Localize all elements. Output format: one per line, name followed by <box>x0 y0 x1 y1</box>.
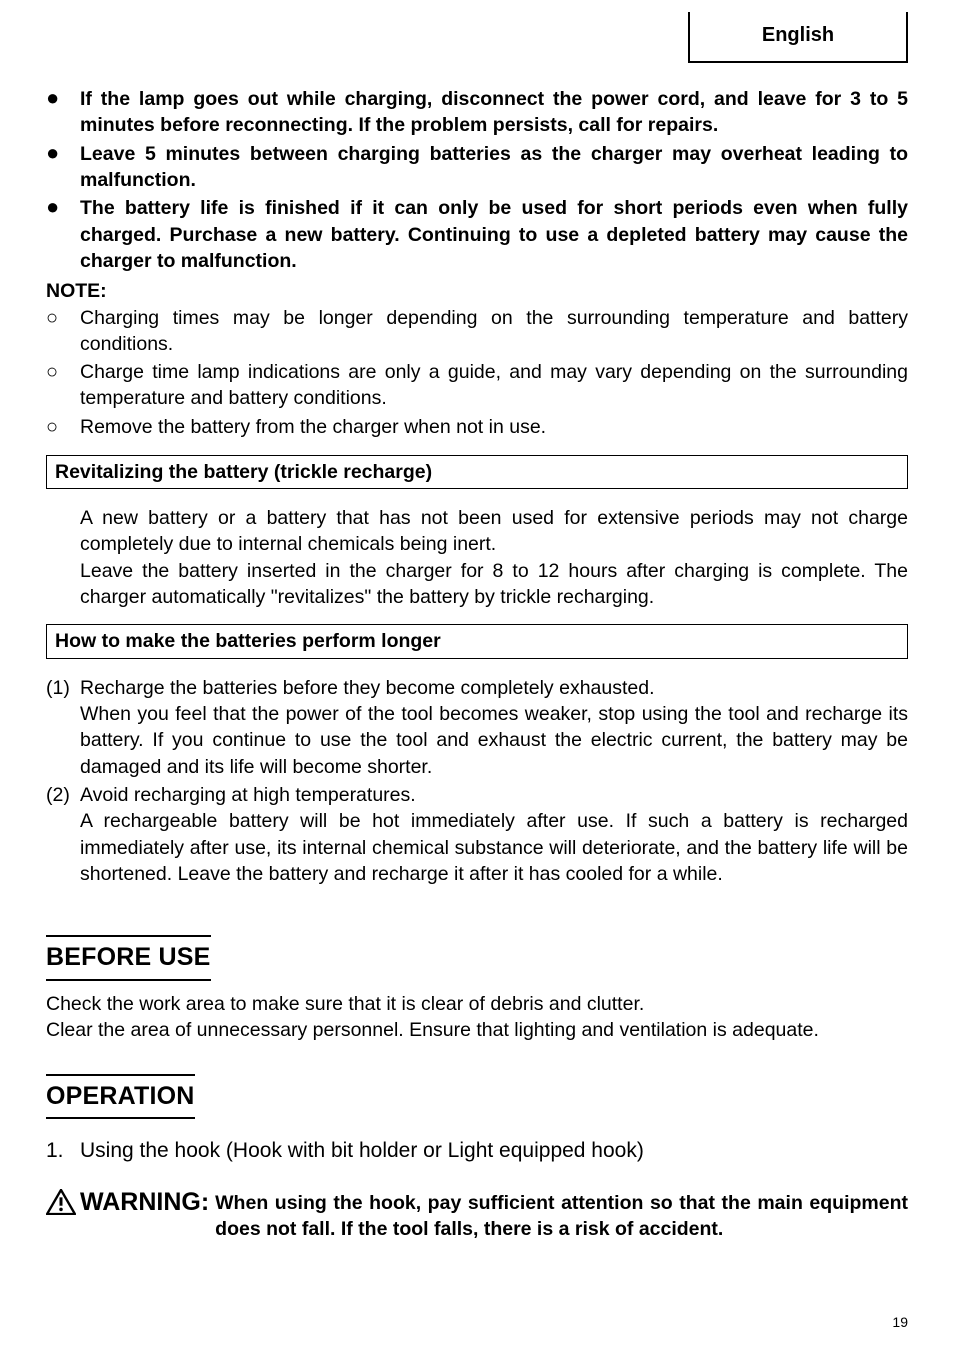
bullet-text: Leave 5 minutes between charging batteri… <box>80 141 908 194</box>
note-label: NOTE: <box>46 278 908 304</box>
section-title-before-use: BEFORE USE <box>46 935 211 981</box>
bold-bullet-list: ● If the lamp goes out while charging, d… <box>46 86 908 274</box>
list-item: ○ Remove the battery from the charger wh… <box>46 414 908 441</box>
warning-block: WARNING: When using the hook, pay suffic… <box>46 1186 908 1243</box>
language-label: English <box>762 24 834 46</box>
box-heading-perform-longer: How to make the batteries perform longer <box>46 624 908 658</box>
note-text: Charge time lamp indications are only a … <box>80 359 908 412</box>
circle-icon: ○ <box>46 414 80 441</box>
bullet-icon: ● <box>46 195 80 274</box>
item-text: When you feel that the power of the tool… <box>80 703 908 778</box>
note-list: ○ Charging times may be longer depending… <box>46 305 908 441</box>
language-tab: English <box>688 12 908 63</box>
circle-icon: ○ <box>46 359 80 412</box>
item-head: Recharge the batteries before they becom… <box>80 677 655 699</box>
bullet-text: If the lamp goes out while charging, dis… <box>80 86 908 139</box>
step-number: 1. <box>46 1137 80 1165</box>
list-item: ● The battery life is finished if it can… <box>46 195 908 274</box>
page-number: 19 <box>892 1313 908 1332</box>
item-text: A rechargeable battery will be hot immed… <box>80 810 908 885</box>
box-heading-revitalizing: Revitalizing the battery (trickle rechar… <box>46 455 908 489</box>
section-title-operation: OPERATION <box>46 1074 195 1120</box>
warning-text: When using the hook, pay sufficient atte… <box>215 1186 908 1243</box>
list-item: ● Leave 5 minutes between charging batte… <box>46 141 908 194</box>
paragraph: A new battery or a battery that has not … <box>80 505 908 558</box>
warning-icon <box>46 1189 76 1215</box>
paragraph: Check the work area to make sure that it… <box>46 991 908 1017</box>
note-text: Charging times may be longer depending o… <box>80 305 908 358</box>
circle-icon: ○ <box>46 305 80 358</box>
list-item: (2) Avoid recharging at high temperature… <box>46 782 908 887</box>
item-number: (2) <box>46 782 80 887</box>
list-item: ● If the lamp goes out while charging, d… <box>46 86 908 139</box>
numbered-list: (1) Recharge the batteries before they b… <box>46 675 908 888</box>
item-number: (1) <box>46 675 80 780</box>
page-content: ● If the lamp goes out while charging, d… <box>46 12 908 1242</box>
list-item: (1) Recharge the batteries before they b… <box>46 675 908 780</box>
list-item: ○ Charging times may be longer depending… <box>46 305 908 358</box>
item-body: Recharge the batteries before they becom… <box>80 675 908 780</box>
list-item: ○ Charge time lamp indications are only … <box>46 359 908 412</box>
bullet-icon: ● <box>46 141 80 194</box>
warning-lead: WARNING: <box>80 1186 209 1243</box>
bullet-icon: ● <box>46 86 80 139</box>
paragraph: Leave the battery inserted in the charge… <box>80 558 908 611</box>
note-text: Remove the battery from the charger when… <box>80 414 908 441</box>
bullet-text: The battery life is finished if it can o… <box>80 195 908 274</box>
step-text: Using the hook (Hook with bit holder or … <box>80 1137 908 1165</box>
paragraph: Clear the area of unnecessary personnel.… <box>46 1017 908 1043</box>
item-head: Avoid recharging at high temperatures. <box>80 784 416 806</box>
operation-step: 1. Using the hook (Hook with bit holder … <box>46 1137 908 1165</box>
item-body: Avoid recharging at high temperatures. A… <box>80 782 908 887</box>
